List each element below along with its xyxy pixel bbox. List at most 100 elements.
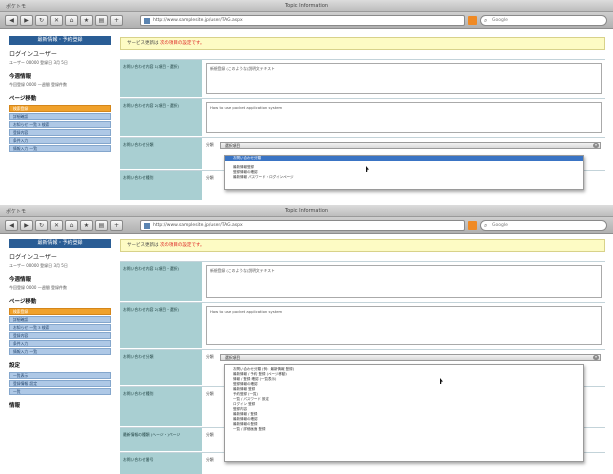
sidebar-item-notice[interactable]: お知らせ 一覧 3 検索 <box>9 121 111 128</box>
sidebar-item-condition[interactable]: 条件入力 <box>9 340 111 347</box>
window-title: Topic Information <box>284 3 329 9</box>
url-text: http://www.samplesite.jp/user/TAG.aspx <box>153 223 243 228</box>
address-bar[interactable]: http://www.samplesite.jp/user/TAG.aspx <box>140 220 465 231</box>
row-label: お問い合わせ種別 <box>120 171 202 200</box>
row-label: お問い合わせ内容 2(項目・選択) <box>120 303 202 348</box>
home-icon[interactable]: ⌂ <box>65 220 78 231</box>
bookmark-icon[interactable]: ★ <box>80 220 93 231</box>
text-area[interactable]: How to use pocket application system <box>206 306 602 345</box>
notice-warning: 次の項目の設定です。 <box>159 41 205 46</box>
browser-toolbar: ◀ ▶ ↻ ✕ ⌂ ★ ▤ + http://www.samplesite.jp… <box>0 217 613 234</box>
sidebar-item-input[interactable]: 情報入力 一覧 <box>9 145 111 152</box>
text-area[interactable]: 新規登録 (このような)説明文テキスト <box>206 63 602 94</box>
back-icon[interactable]: ◀ <box>5 15 18 26</box>
rss-icon[interactable] <box>468 16 477 25</box>
forward-icon[interactable]: ▶ <box>20 220 33 231</box>
sidebar-item-search[interactable]: 検索登録 <box>9 105 111 112</box>
settings-title: 設定 <box>9 363 21 369</box>
sidebar-item-condition[interactable]: 条件入力 <box>9 137 111 144</box>
info-title: 情報 <box>9 403 21 409</box>
section-info: 今回登録 0000 一週間 登録件数 <box>9 285 67 290</box>
back-icon[interactable]: ◀ <box>5 220 18 231</box>
reload-icon[interactable]: ↻ <box>35 220 48 231</box>
login-title: ログインユーザー <box>9 51 57 58</box>
window-title: Topic Information <box>284 208 329 214</box>
url-text: http://www.samplesite.jp/user/TAG.aspx <box>153 18 243 23</box>
notice-text: サービス更新は <box>127 41 159 46</box>
section-info: 今回登録 0000 一週間 登録件数 <box>9 82 67 87</box>
search-field[interactable]: ⌕ Google <box>480 15 607 26</box>
sidebar-item-search[interactable]: 検索登録 <box>9 308 111 315</box>
main-content: サービス更新は 次の項目の設定です。 お問い合わせ内容 1(項目・選択) 新規登… <box>120 239 605 474</box>
row-label: お問い合わせ内容 1(項目・選択) <box>120 262 202 301</box>
login-info: ユーザー 00000 登録日 3月 5日 <box>9 263 68 268</box>
sidebar-menu: 検索登録 詳細確認 お知らせ 一覧 3 検索 登録内容 条件入力 情報入力 一覧 <box>9 105 111 152</box>
rss-icon[interactable] <box>468 221 477 230</box>
dropdown-option[interactable]: 一覧 / 詳細画面 登録 <box>225 427 583 432</box>
add-icon[interactable]: + <box>110 220 123 231</box>
row-small-label: 分類 <box>206 142 214 147</box>
sidebar-item-content[interactable]: 登録内容 <box>9 332 111 339</box>
category-select[interactable]: 選択項目 ▾ <box>220 142 601 149</box>
menu-title: ページ移動 <box>9 299 37 305</box>
bookmark-icon[interactable]: ★ <box>80 15 93 26</box>
row-label: お問い合わせ番号 <box>120 453 202 474</box>
browser-window-1: ポケトモ Topic Information ◀ ▶ ↻ ✕ ⌂ ★ ▤ + h… <box>0 0 613 200</box>
text-area[interactable]: 新規登録 (このような)説明文テキスト <box>206 265 602 298</box>
stop-icon[interactable]: ✕ <box>50 220 63 231</box>
add-icon[interactable]: + <box>110 15 123 26</box>
reload-icon[interactable]: ↻ <box>35 15 48 26</box>
form-row: お問い合わせ内容 1(項目・選択) 新規登録 (このような)説明文テキスト <box>120 261 605 301</box>
chevron-down-icon: ▾ <box>593 355 599 360</box>
category-select[interactable]: 選択項目 ▾ <box>220 354 601 361</box>
dropdown-list: お問い合わせ分類 (例：最新情報 登録) 最新情報 / 予約 登録 (ページ移動… <box>224 364 584 462</box>
form-row: お問い合わせ内容 2(項目・選択) How to use pocket appl… <box>120 302 605 348</box>
sidebar-header[interactable]: 最新情報・予約登録 <box>9 36 111 45</box>
search-icon: ⌕ <box>484 17 488 24</box>
row-label: お問い合わせ分類 <box>120 350 202 385</box>
title-bar: ポケトモ Topic Information <box>0 205 613 217</box>
settings-item-list[interactable]: 一覧表示 <box>9 372 111 379</box>
login-info: ユーザー 00000 登録日 3月 5日 <box>9 60 68 65</box>
settings-item-register[interactable]: 登録情報 設定 <box>9 380 111 387</box>
main-content: サービス更新は 次の項目の設定です。 お問い合わせ内容 1(項目・選択) 新規登… <box>120 37 605 200</box>
row-small-label: 分類 <box>206 457 214 462</box>
chevron-down-icon: ▾ <box>593 143 599 148</box>
row-label: お問い合わせ分類 <box>120 138 202 169</box>
section-title: 今週情報 <box>9 74 32 80</box>
print-icon[interactable]: ▤ <box>95 15 108 26</box>
sidebar-header[interactable]: 最新情報・予約登録 <box>9 239 111 248</box>
row-small-label: 分類 <box>206 354 214 359</box>
sidebar-item-content[interactable]: 登録内容 <box>9 129 111 136</box>
address-bar[interactable]: http://www.samplesite.jp/user/TAG.aspx <box>140 15 465 26</box>
select-value: 選択項目 <box>225 143 241 148</box>
row-label: 最新情報の種類 (ヘージ・)ページ <box>120 428 202 451</box>
sidebar-item-detail[interactable]: 詳細確認 <box>9 316 111 323</box>
form-row: お問い合わせ内容 2(項目・選択) How to use pocket appl… <box>120 98 605 136</box>
row-label: お問い合わせ内容 2(項目・選択) <box>120 99 202 136</box>
home-icon[interactable]: ⌂ <box>65 15 78 26</box>
settings-item-overview[interactable]: 一覧 <box>9 388 111 395</box>
sidebar: 最新情報・予約登録 ログインユーザー ユーザー 00000 登録日 3月 5日 … <box>9 239 111 409</box>
row-small-label: 分類 <box>206 175 214 180</box>
search-field[interactable]: ⌕ Google <box>480 220 607 231</box>
sidebar-item-input[interactable]: 情報入力 一覧 <box>9 348 111 355</box>
search-icon: ⌕ <box>484 222 488 229</box>
sidebar-item-notice[interactable]: お知らせ 一覧 3 検索 <box>9 324 111 331</box>
text-area[interactable]: How to use pocket application system <box>206 102 602 133</box>
dropdown-option[interactable]: 最新情報 パスワード・ログインページ <box>225 175 583 180</box>
stop-icon[interactable]: ✕ <box>50 15 63 26</box>
favicon-icon <box>144 223 150 229</box>
row-label: お問い合わせ内容 1(項目・選択) <box>120 60 202 97</box>
browser-toolbar: ◀ ▶ ↻ ✕ ⌂ ★ ▤ + http://www.samplesite.jp… <box>0 12 613 29</box>
print-icon[interactable]: ▤ <box>95 220 108 231</box>
forward-icon[interactable]: ▶ <box>20 15 33 26</box>
sidebar: 最新情報・予約登録 ログインユーザー ユーザー 00000 登録日 3月 5日 … <box>9 36 111 153</box>
menu-title: ページ移動 <box>9 96 37 102</box>
row-label: お問い合わせ種別 <box>120 387 202 426</box>
dropdown-option[interactable]: お問い合わせ分類 <box>225 156 583 161</box>
title-bar: ポケトモ Topic Information <box>0 0 613 12</box>
sidebar-item-detail[interactable]: 詳細確認 <box>9 113 111 120</box>
sidebar-menu: 検索登録 詳細確認 お知らせ 一覧 3 検索 登録内容 条件入力 情報入力 一覧 <box>9 308 111 355</box>
settings-menu: 一覧表示 登録情報 設定 一覧 <box>9 372 111 395</box>
